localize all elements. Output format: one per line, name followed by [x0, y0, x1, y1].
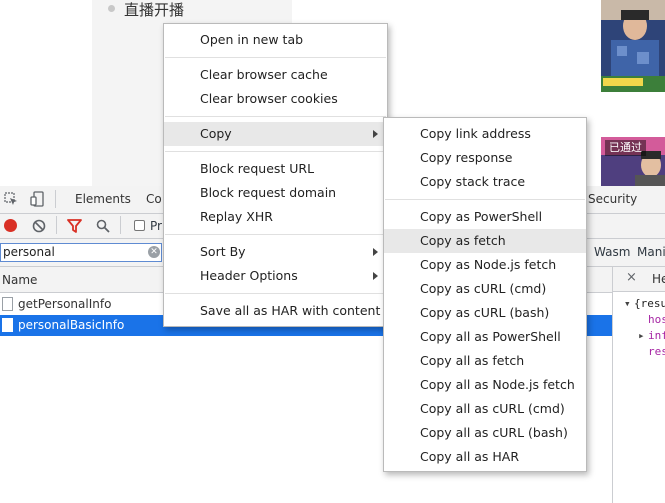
tree-collapse-icon[interactable]: ▸ — [638, 329, 645, 342]
menu-item-header-options[interactable]: Header Options — [164, 264, 387, 288]
menu-item-copy-all-fetch[interactable]: Copy all as fetch — [384, 349, 586, 373]
menu-item-save-har[interactable]: Save all as HAR with content — [164, 299, 387, 323]
menu-item-clear-cache[interactable]: Clear browser cache — [164, 63, 387, 87]
menu-separator — [165, 293, 386, 294]
request-name: getPersonalInfo — [18, 297, 112, 311]
menu-item-copy-response[interactable]: Copy response — [384, 146, 586, 170]
menu-item-copy-powershell[interactable]: Copy as PowerShell — [384, 205, 586, 229]
menu-item-copy-curl-bash[interactable]: Copy as cURL (bash) — [384, 301, 586, 325]
menu-item-copy-stack-trace[interactable]: Copy stack trace — [384, 170, 586, 194]
filter-input[interactable]: personal — [0, 243, 162, 262]
divider — [120, 216, 121, 234]
menu-separator — [165, 151, 386, 152]
submenu-arrow-icon — [373, 248, 378, 256]
submenu-arrow-icon — [373, 130, 378, 138]
record-icon[interactable] — [4, 219, 17, 232]
status-badge: 已通过 — [605, 140, 646, 156]
clear-icon[interactable] — [32, 219, 46, 233]
code-line: {resu — [634, 297, 665, 310]
menu-item-copy-curl-cmd[interactable]: Copy as cURL (cmd) — [384, 277, 586, 301]
menu-item-open-new-tab[interactable]: Open in new tab — [164, 28, 387, 52]
menu-item-copy-all-node-fetch[interactable]: Copy all as Node.js fetch — [384, 373, 586, 397]
filter-icon[interactable] — [67, 219, 82, 233]
menu-item-copy-node-fetch[interactable]: Copy as Node.js fetch — [384, 253, 586, 277]
inspect-element-icon[interactable] — [4, 192, 18, 206]
menu-item-copy-all-har[interactable]: Copy all as HAR — [384, 445, 586, 469]
device-toolbar-icon[interactable] — [30, 191, 44, 207]
code-line: inf — [648, 329, 665, 342]
clear-filter-icon[interactable]: ✕ — [148, 246, 160, 258]
menu-item-copy-link[interactable]: Copy link address — [384, 122, 586, 146]
menu-separator — [165, 234, 386, 235]
video-thumbnail[interactable] — [601, 0, 665, 92]
filter-type-wasm[interactable]: Wasm — [594, 239, 630, 266]
menu-item-copy-fetch[interactable]: Copy as fetch — [384, 229, 586, 253]
search-icon[interactable] — [96, 219, 110, 233]
page-list-item[interactable]: 直播开播 — [124, 0, 184, 20]
divider — [55, 190, 56, 208]
tree-expand-icon[interactable]: ▾ — [624, 297, 631, 310]
menu-separator — [385, 199, 585, 200]
submenu-arrow-icon — [373, 272, 378, 280]
request-name: personalBasicInfo — [18, 318, 125, 332]
menu-item-sort-by[interactable]: Sort By — [164, 240, 387, 264]
menu-item-replay-xhr[interactable]: Replay XHR — [164, 205, 387, 229]
menu-item-copy-all-curl-cmd[interactable]: Copy all as cURL (cmd) — [384, 397, 586, 421]
divider — [56, 216, 57, 234]
code-line: hos — [648, 313, 665, 326]
code-line: res — [648, 345, 665, 358]
menu-item-copy[interactable]: Copy — [164, 122, 387, 146]
tab-headers[interactable]: He — [652, 267, 665, 291]
file-icon — [2, 318, 13, 332]
menu-item-block-domain[interactable]: Block request domain — [164, 181, 387, 205]
menu-item-clear-cookies[interactable]: Clear browser cookies — [164, 87, 387, 111]
tab-console[interactable]: Co — [146, 186, 162, 213]
menu-item-copy-all-powershell[interactable]: Copy all as PowerShell — [384, 325, 586, 349]
preserve-log-label: Pr — [150, 219, 162, 233]
close-icon[interactable]: × — [626, 271, 637, 285]
list-bullet-icon — [108, 5, 115, 12]
file-icon — [2, 297, 13, 311]
filter-type-manifest[interactable]: Manit — [637, 239, 665, 266]
context-menu: Open in new tab Clear browser cache Clea… — [163, 23, 388, 327]
preserve-log-checkbox[interactable] — [134, 220, 145, 231]
menu-separator — [165, 57, 386, 58]
menu-separator — [165, 116, 386, 117]
menu-item-copy-all-curl-bash[interactable]: Copy all as cURL (bash) — [384, 421, 586, 445]
copy-submenu: Copy link address Copy response Copy sta… — [383, 117, 587, 472]
tab-security[interactable]: Security — [588, 186, 637, 213]
menu-item-block-url[interactable]: Block request URL — [164, 157, 387, 181]
tab-elements[interactable]: Elements — [75, 186, 131, 213]
